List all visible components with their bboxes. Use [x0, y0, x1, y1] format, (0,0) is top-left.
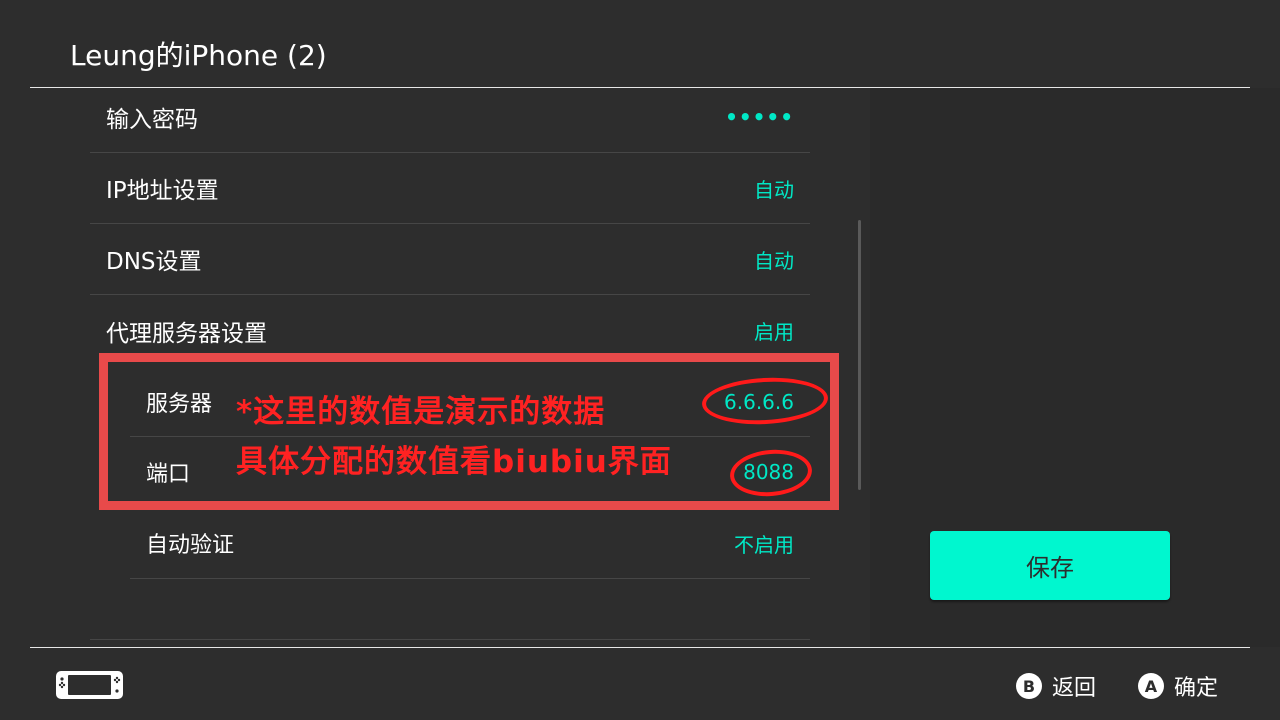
proxy-port-value: 8088 [743, 460, 794, 484]
dns-settings-label: DNS设置 [106, 249, 202, 275]
annotation-line-1: *这里的数值是演示的数据 [236, 394, 606, 430]
ip-settings-label: IP地址设置 [106, 178, 219, 204]
auto-auth-value: 不启用 [734, 532, 794, 557]
console-icon [55, 670, 124, 700]
auto-auth-row[interactable]: 自动验证 不启用 [130, 508, 810, 579]
password-row[interactable]: 输入密码 ••••• [90, 82, 810, 153]
annotation-line-2: 具体分配的数值看biubiu界面 [236, 444, 672, 480]
footer-divider [30, 647, 1250, 648]
proxy-server-value: 6.6.6.6 [724, 389, 794, 414]
proxy-port-label: 端口 [146, 462, 191, 487]
password-label: 输入密码 [106, 107, 198, 133]
proxy-settings-value: 启用 [754, 320, 794, 344]
proxy-settings-label: 代理服务器设置 [106, 320, 267, 347]
a-button-icon: A [1138, 673, 1164, 699]
list-end-divider [90, 639, 810, 640]
confirm-label: 确定 [1174, 676, 1219, 701]
scrollbar[interactable] [858, 220, 861, 490]
b-button-icon: B [1016, 673, 1042, 699]
save-button[interactable]: 保存 [930, 531, 1170, 600]
confirm-button[interactable]: A 确定 [1138, 670, 1218, 702]
page-title: Leung的iPhone (2) [70, 39, 327, 72]
ip-settings-row[interactable]: IP地址设置 自动 [90, 153, 810, 224]
back-button[interactable]: B 返回 [1016, 670, 1096, 702]
password-value: ••••• [725, 105, 794, 129]
auto-auth-label: 自动验证 [146, 533, 235, 558]
dns-settings-value: 自动 [754, 248, 794, 273]
dns-settings-row[interactable]: DNS设置 自动 [90, 224, 810, 295]
proxy-settings-row[interactable]: 代理服务器设置 启用 [90, 295, 810, 366]
proxy-server-label: 服务器 [146, 391, 213, 417]
back-label: 返回 [1052, 676, 1097, 701]
ip-settings-value: 自动 [754, 177, 794, 202]
